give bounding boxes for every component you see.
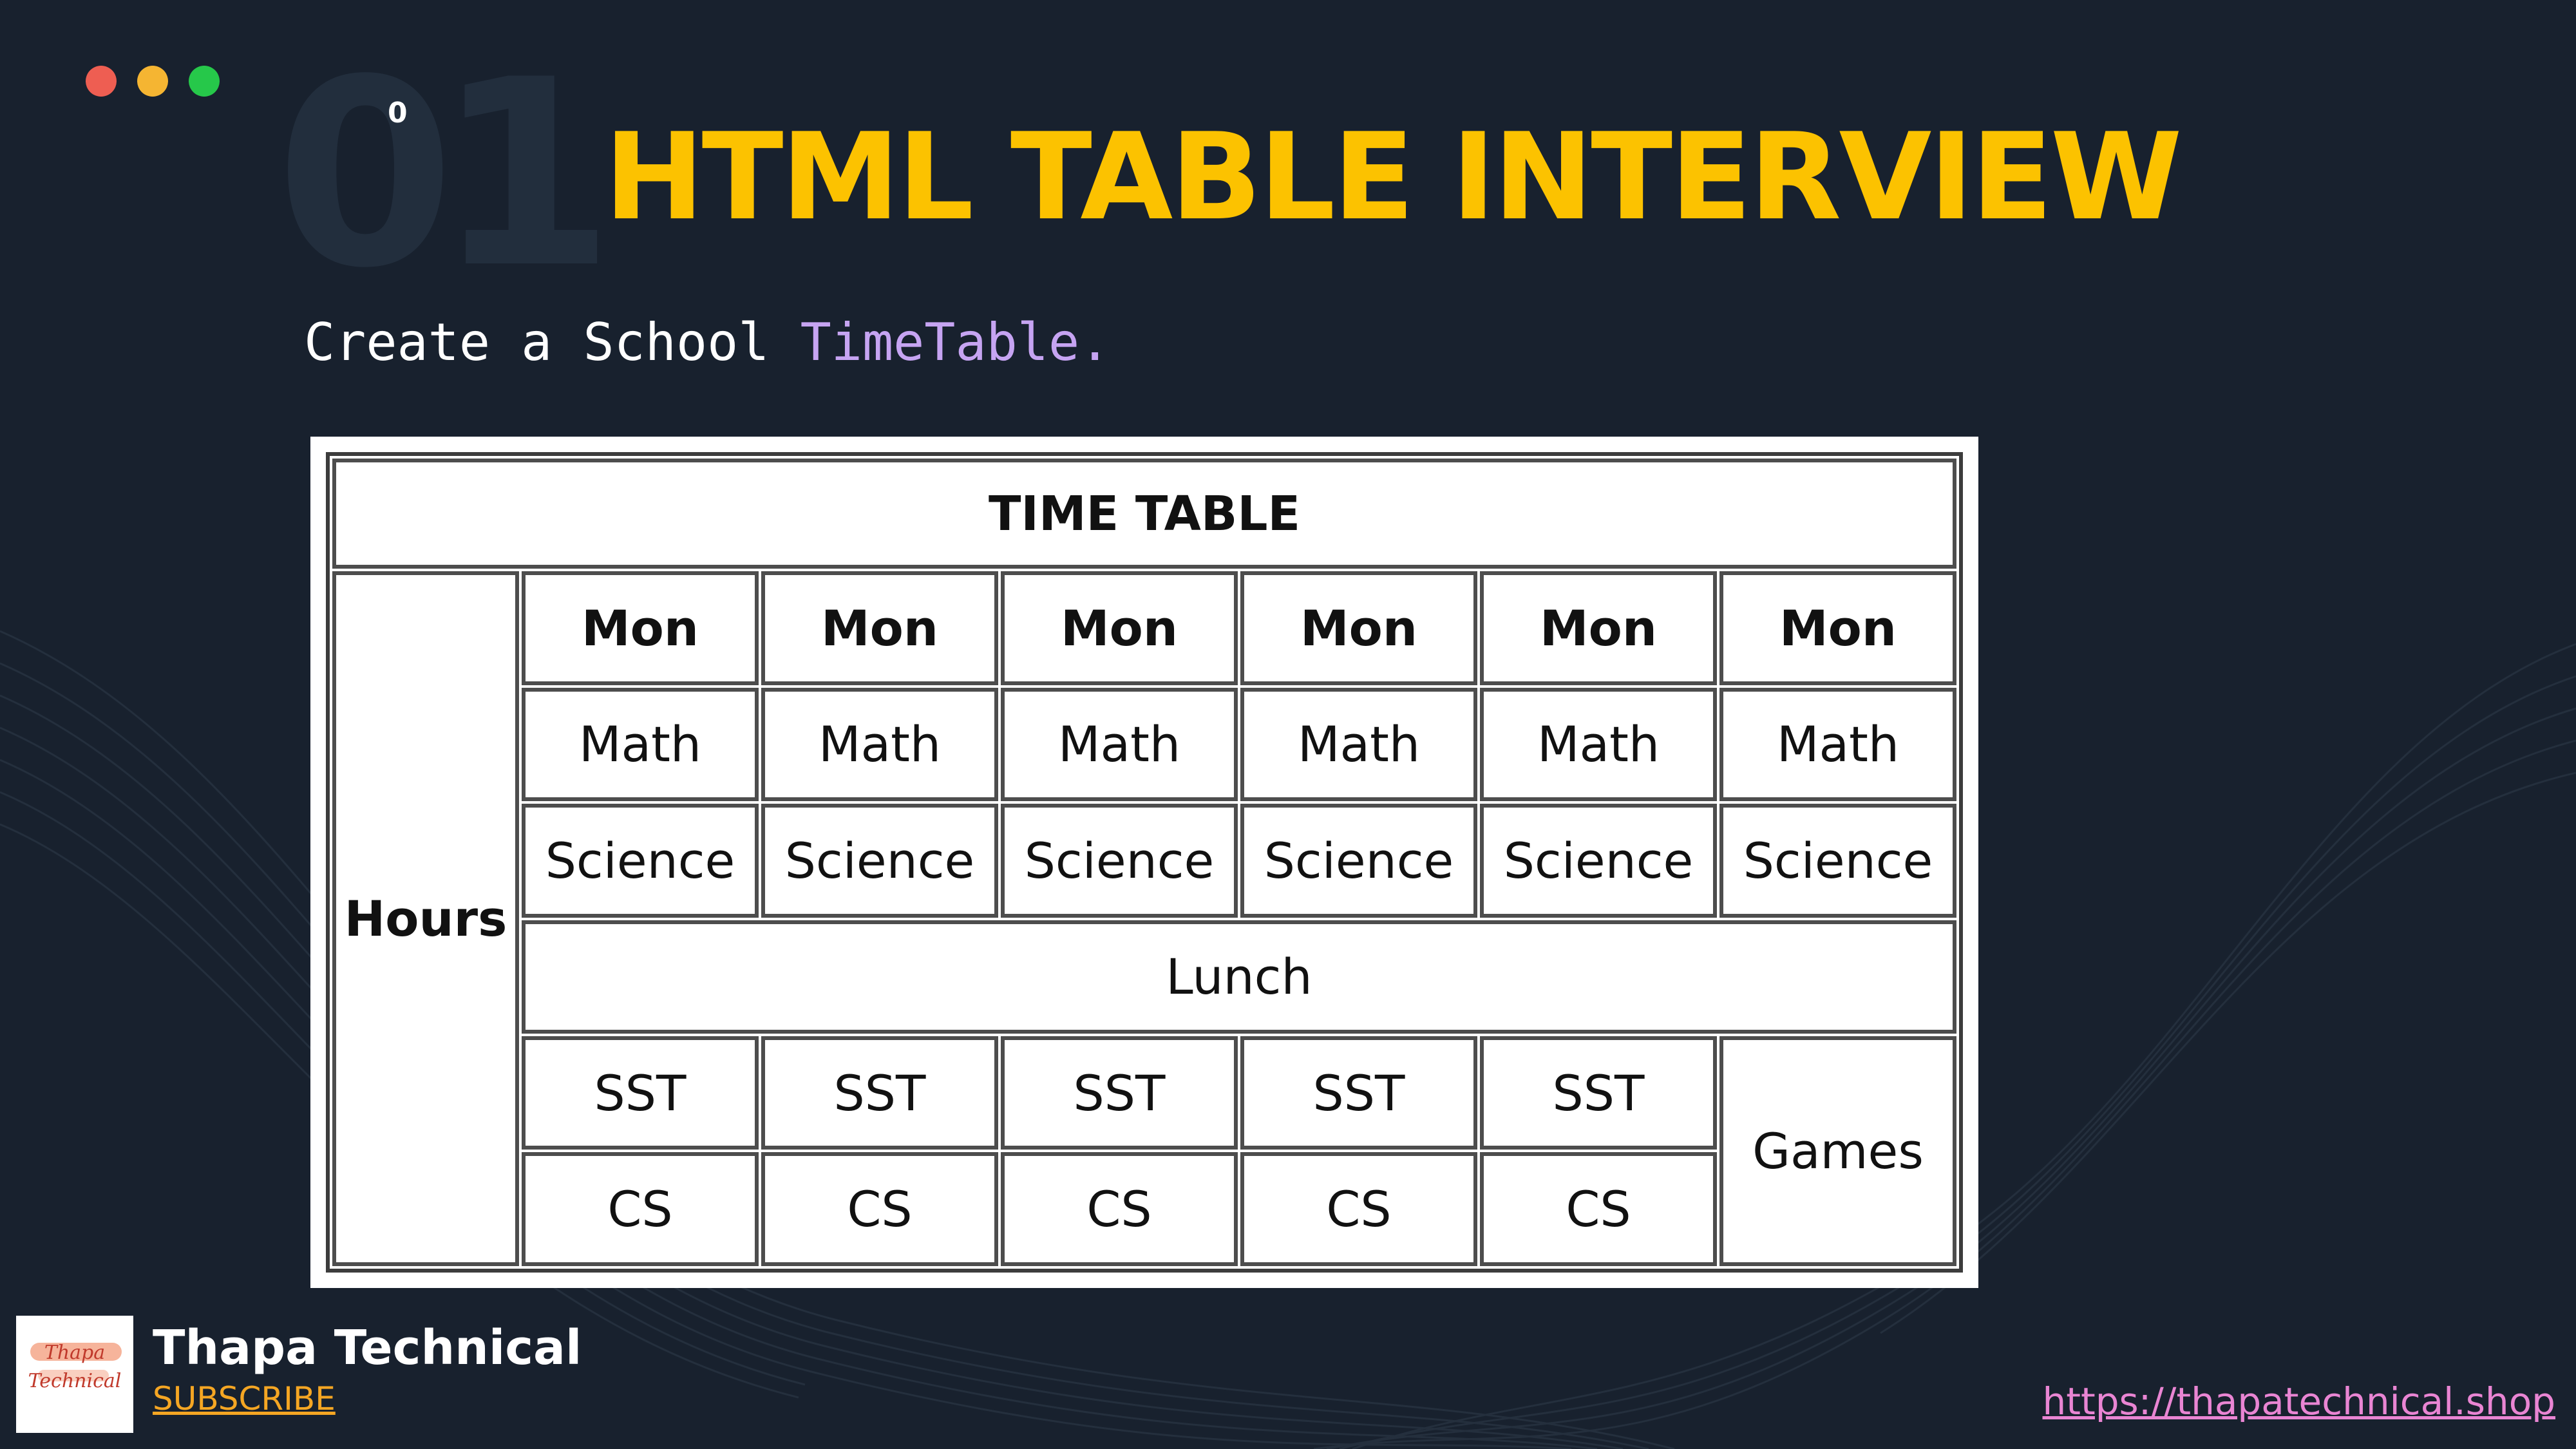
day-header: Mon [761, 571, 998, 685]
subject-cell: Science [1001, 804, 1238, 918]
subject-cell: Math [1480, 687, 1717, 802]
subject-cell: CS [522, 1152, 759, 1266]
subject-cell: SST [1001, 1036, 1238, 1150]
games-cell: Games [1719, 1036, 1956, 1266]
lunch-cell: Lunch [522, 920, 1956, 1034]
channel-brand: Thapa Technical Thapa Technical SUBSCRIB… [16, 1316, 582, 1433]
subject-cell: SST [1240, 1036, 1477, 1150]
subject-cell: Science [1480, 804, 1717, 918]
subject-cell: Science [761, 804, 998, 918]
timetable-caption: TIME TABLE [332, 459, 1956, 569]
minimize-dot[interactable] [137, 66, 168, 97]
logo-text-line2: Technical [28, 1370, 122, 1392]
prompt-text: Create a School [304, 312, 800, 372]
brand-text: Thapa Technical SUBSCRIBE [153, 1318, 582, 1420]
day-header: Mon [1001, 571, 1238, 685]
close-dot[interactable] [86, 66, 117, 97]
maximize-dot[interactable] [189, 66, 220, 97]
day-header: Mon [1240, 571, 1477, 685]
subject-cell: Science [1719, 804, 1956, 918]
subscribe-link[interactable]: SUBSCRIBE [153, 1378, 336, 1420]
website-link[interactable]: https://thapatechnical.shop [2042, 1379, 2555, 1423]
channel-name: Thapa Technical [153, 1320, 582, 1376]
day-header: Mon [1480, 571, 1717, 685]
page-title: HTML TABLE INTERVIEW [604, 107, 2183, 247]
subject-cell: CS [761, 1152, 998, 1266]
channel-logo[interactable]: Thapa Technical [16, 1316, 133, 1433]
subject-cell: Science [1240, 804, 1477, 918]
slide-number: 01 [276, 25, 615, 325]
subject-cell: Science [522, 804, 759, 918]
timetable: TIME TABLE Hours Mon Mon Mon Mon Mon Mon… [326, 452, 1963, 1273]
prompt-highlight: TimeTable. [800, 312, 1111, 372]
subject-cell: SST [1480, 1036, 1717, 1150]
subject-cell: CS [1001, 1152, 1238, 1266]
small-mark: 0 [388, 97, 408, 129]
hours-header: Hours [332, 571, 519, 1266]
timetable-card: TIME TABLE Hours Mon Mon Mon Mon Mon Mon… [310, 437, 1978, 1288]
subject-cell: Math [761, 687, 998, 802]
day-header: Mon [1719, 571, 1956, 685]
subject-cell: Math [1240, 687, 1477, 802]
subject-cell: CS [1480, 1152, 1717, 1266]
subject-cell: SST [761, 1036, 998, 1150]
task-prompt: Create a School TimeTable. [304, 312, 1110, 372]
subject-cell: Math [1719, 687, 1956, 802]
subject-cell: Math [522, 687, 759, 802]
day-header: Mon [522, 571, 759, 685]
subject-cell: SST [522, 1036, 759, 1150]
logo-text-line1: Thapa [44, 1341, 106, 1364]
subject-cell: Math [1001, 687, 1238, 802]
subject-cell: CS [1240, 1152, 1477, 1266]
window-controls [86, 66, 220, 97]
